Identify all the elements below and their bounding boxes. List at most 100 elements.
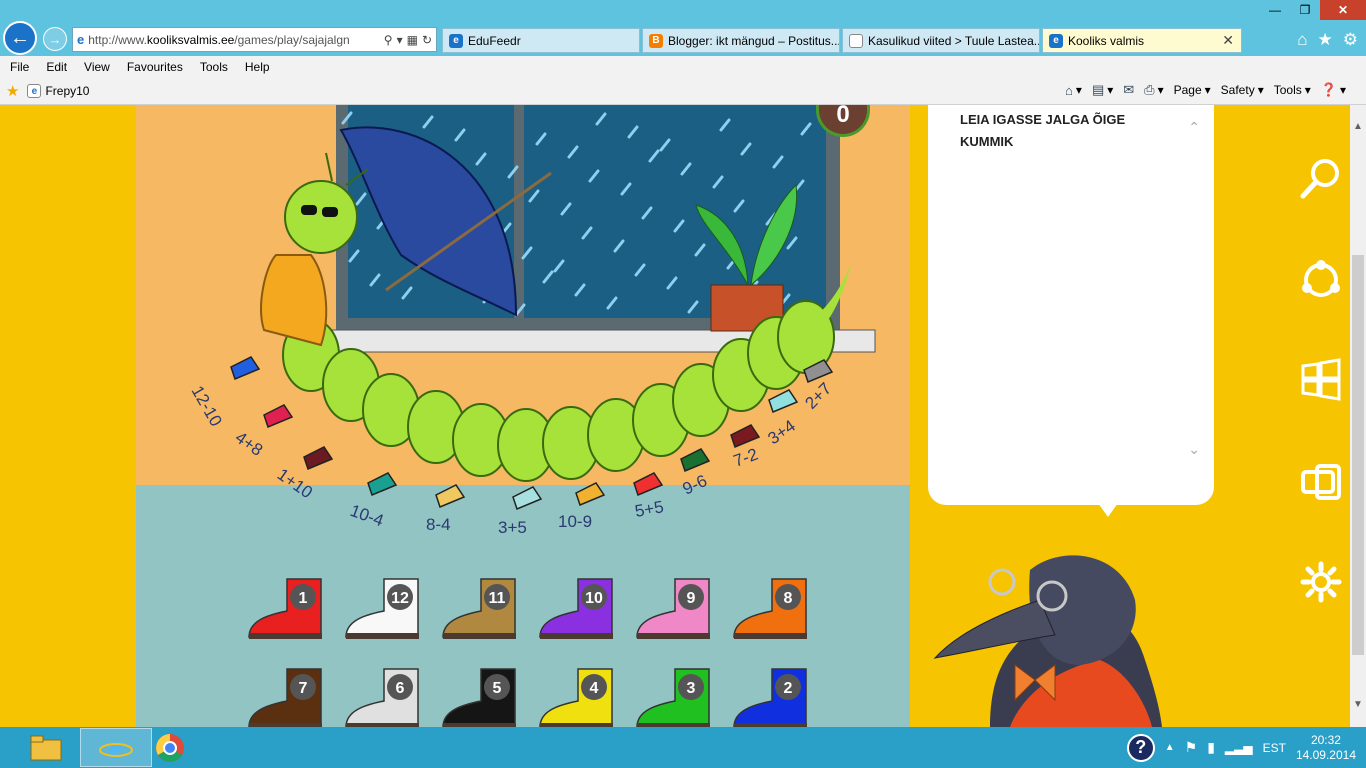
show-hidden-icons-icon[interactable]: ▲	[1165, 742, 1175, 753]
scroll-up-arrow-icon[interactable]: ▲	[1353, 121, 1363, 132]
chevron-up-icon[interactable]: ⌃	[1188, 119, 1200, 136]
caterpillar-head	[284, 180, 358, 254]
tab-kooliks-valmis[interactable]: e Kooliks valmis ✕	[1042, 28, 1242, 53]
menu-edit[interactable]: Edit	[46, 60, 67, 74]
scrollbar-thumb[interactable]	[1352, 255, 1364, 655]
favorite-link-frepy10[interactable]: e Frepy10	[27, 84, 89, 98]
charm-devices[interactable]	[1298, 459, 1344, 505]
boot-number: 7	[299, 680, 308, 697]
devices-icon	[1301, 464, 1341, 500]
charm-start[interactable]	[1298, 357, 1344, 403]
refresh-icon[interactable]: ↻	[422, 33, 432, 47]
dropdown-arrow-icon[interactable]: ▾	[397, 33, 403, 47]
home-button[interactable]: ⌂ ▾	[1065, 83, 1082, 98]
start-icon	[1301, 358, 1341, 401]
help-button[interactable]: ❓ ▾	[1321, 82, 1346, 98]
boot-number: 5	[493, 680, 502, 697]
browser-titlebar: ← → e http://www.kooliksvalmis.ee/games/…	[0, 0, 1366, 56]
share-icon	[1302, 260, 1340, 297]
ie-tab-icon: e	[1049, 33, 1063, 48]
tab-blogger[interactable]: B Blogger: ikt mängud – Postitus...	[642, 28, 840, 53]
safety-menu-label: Safety	[1220, 83, 1255, 97]
tab-label: Blogger: ikt mängud – Postitus...	[668, 33, 840, 48]
mail-icon: ✉	[1123, 82, 1135, 97]
page-icon	[849, 33, 863, 48]
page-content: 12-10 4+8 1+10 10-4 8-4 3+5 10-9 5+5 9-6 7-2 3+4 2+…	[0, 105, 1366, 727]
charm-share[interactable]	[1298, 257, 1344, 303]
language-indicator[interactable]: EST	[1263, 741, 1286, 755]
charm-settings[interactable]	[1298, 559, 1344, 605]
leg-label: 3+5	[498, 518, 527, 537]
menu-favourites[interactable]: Favourites	[127, 60, 183, 74]
tab-label: Kooliks valmis	[1068, 33, 1145, 48]
menu-bar: File Edit View Favourites Tools Help	[0, 56, 1366, 78]
address-bar[interactable]: e http://www.kooliksvalmis.ee/games/play…	[72, 27, 437, 52]
sunglasses	[322, 207, 338, 217]
search-icon[interactable]: ⚲	[384, 33, 393, 47]
boot-number: 4	[590, 680, 599, 697]
forward-button[interactable]: →	[43, 27, 67, 51]
tab-label: EduFeedr	[468, 33, 521, 48]
ie-tab-icon: e	[449, 33, 463, 48]
speech-bubble-tail	[1098, 503, 1118, 517]
sunglasses	[301, 205, 317, 215]
search-icon	[1300, 159, 1339, 199]
restore-button[interactable]: ❐	[1290, 0, 1320, 20]
tab-edufeedr[interactable]: e EduFeedr	[442, 28, 640, 53]
tools-menu[interactable]: Tools ▾	[1274, 83, 1311, 97]
mail-button[interactable]: ✉	[1123, 82, 1134, 98]
chrome-icon	[156, 733, 184, 762]
scroll-down-arrow-icon[interactable]: ▼	[1353, 699, 1363, 710]
favorites-bar: ★ e Frepy10 ⌂ ▾ ▤ ▾ ✉ ⎙ ▾ Page ▾ Safety ▾ Too…	[0, 78, 1366, 105]
favorites-star-icon[interactable]: ★	[6, 82, 19, 100]
boot-number: 11	[489, 590, 506, 607]
safety-menu[interactable]: Safety ▾	[1221, 83, 1264, 97]
taskbar-file-explorer[interactable]	[10, 728, 82, 767]
favorites-star-icon[interactable]: ★	[1318, 30, 1333, 50]
boot-sole	[734, 633, 807, 639]
close-tab-icon[interactable]: ✕	[1222, 32, 1234, 49]
feeds-button[interactable]: ▤ ▾	[1092, 82, 1113, 98]
print-button[interactable]: ⎙ ▾	[1144, 82, 1163, 98]
window-controls: — ❐ ✕	[1260, 0, 1366, 20]
address-url[interactable]: http://www.kooliksvalmis.ee/games/play/s…	[88, 33, 380, 47]
folder-icon	[30, 735, 62, 760]
tab-kasulikud-viited[interactable]: Kasulikud viited > Tuule Lastea...	[842, 28, 1040, 53]
ie-page-icon: e	[77, 32, 85, 47]
boot-number: 10	[585, 590, 603, 607]
crow-illustration	[933, 555, 1162, 727]
battery-icon[interactable]: ▮	[1207, 739, 1215, 756]
help-icon[interactable]: ?	[1126, 733, 1155, 762]
instruction-panel: LEIA IGASSE JALGA ÕIGE KUMMIK ⌃ ⌄	[928, 105, 1214, 505]
minimize-button[interactable]: —	[1260, 0, 1290, 20]
boot-sole	[443, 633, 516, 639]
back-button[interactable]: ←	[3, 21, 37, 55]
game-scene: 12-104+81+1010-4 8-4 3+5 10-95+59-67-23+42+…	[136, 105, 910, 727]
boot-number: 1	[299, 590, 308, 607]
boot-sole	[540, 633, 613, 639]
page-menu[interactable]: Page ▾	[1174, 83, 1211, 97]
svg-text:e: e	[109, 732, 123, 764]
menu-view[interactable]: View	[84, 60, 110, 74]
command-bar: ⌂ ▾ ▤ ▾ ✉ ⎙ ▾ Page ▾ Safety ▾ Tools ▾ ❓ ▾	[1065, 82, 1346, 98]
menu-tools[interactable]: Tools	[200, 60, 228, 74]
charm-search[interactable]	[1298, 155, 1344, 201]
home-icon[interactable]: ⌂	[1297, 30, 1307, 50]
taskbar-chrome[interactable]	[134, 728, 206, 767]
printer-icon: ⎙	[1144, 82, 1155, 97]
instruction-text: LEIA IGASSE JALGA ÕIGE KUMMIK	[960, 112, 1126, 149]
clock[interactable]: 20:32 14.09.2014	[1296, 733, 1356, 763]
close-window-button[interactable]: ✕	[1320, 0, 1366, 20]
action-center-icon[interactable]: ⚑	[1185, 739, 1198, 756]
settings-icon	[1300, 561, 1342, 603]
signal-strength-icon[interactable]: ▂▃▅	[1225, 741, 1253, 755]
compat-view-icon[interactable]: ▦	[407, 33, 418, 47]
game-area: 12-10 4+8 1+10 10-4 8-4 3+5 10-9 5+5 9-6 7-2 3+4 2+…	[136, 105, 910, 727]
menu-help[interactable]: Help	[245, 60, 270, 74]
browser-icons: ⌂ ★ ⚙	[1297, 30, 1358, 50]
menu-file[interactable]: File	[10, 60, 29, 74]
gear-icon[interactable]: ⚙	[1343, 30, 1358, 50]
page-scrollbar[interactable]: ▲ ▼	[1350, 105, 1366, 727]
favorite-label: Frepy10	[45, 84, 90, 98]
chevron-down-icon[interactable]: ⌄	[1188, 441, 1200, 458]
